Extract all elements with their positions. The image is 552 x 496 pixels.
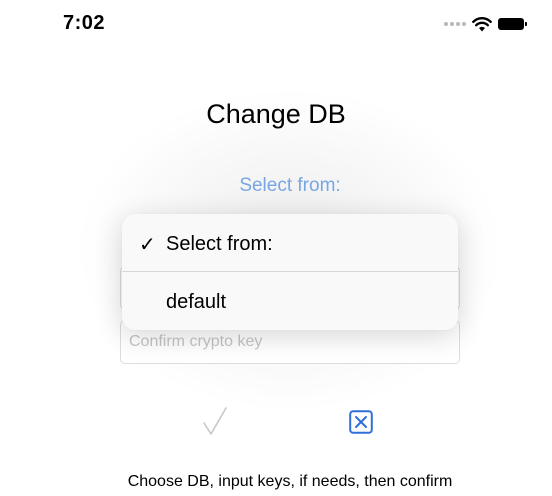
menu-item-select-from[interactable]: ✓ Select from:	[122, 214, 458, 272]
menu-item-label: default	[166, 291, 227, 313]
menu-item-label: Select from:	[166, 233, 273, 255]
menu-item-default[interactable]: default	[122, 272, 458, 330]
page-title: Change DB	[206, 99, 346, 129]
hint-text: Choose DB, input keys, if needs, then co…	[127, 473, 453, 490]
cancel-close-square-icon[interactable]	[349, 410, 373, 434]
checkmark-icon: ✓	[139, 234, 156, 256]
select-db-button[interactable]: Select from:	[0, 175, 552, 197]
wifi-icon	[472, 17, 492, 32]
confirm-crypto-key-placeholder: Confirm crypto key	[129, 333, 263, 350]
screen: 7:02 Change DB Select from: Confirm cryp…	[0, 0, 552, 496]
signal-dots-icon	[444, 22, 466, 26]
status-icons	[444, 14, 527, 34]
battery-icon	[498, 18, 527, 30]
db-select-menu: ✓ Select from: default	[122, 214, 458, 330]
status-time: 7:02	[63, 12, 106, 34]
confirm-checkmark-icon[interactable]	[202, 406, 228, 436]
